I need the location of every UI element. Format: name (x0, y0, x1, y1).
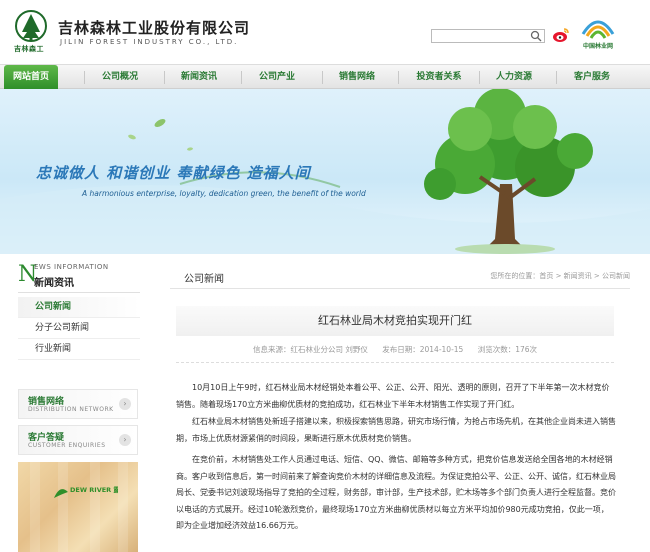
article-views: 浏览次数：176次 (477, 345, 538, 354)
search-input[interactable] (431, 29, 545, 43)
nav-divider (398, 71, 399, 84)
section-title: 公司新闻 (184, 274, 224, 285)
banner-slogan-cn: 忠诚做人 和谐创业 奉献绿色 造福人间 (36, 164, 311, 182)
article-title: 红石林业局木材竞拍实现开门红 (176, 306, 614, 336)
nav-item-investor-relations[interactable]: 投资者关系 (402, 65, 476, 89)
meta-divider (176, 362, 614, 363)
chevron-right-icon: › (119, 398, 131, 410)
dew-river-logo: DEW RIVER 露水河 (54, 485, 118, 498)
nav-divider (84, 71, 85, 84)
company-name-en: JILIN FOREST INDUSTRY CO., LTD. (60, 38, 239, 46)
nav-item-news[interactable]: 新闻资讯 (168, 65, 230, 89)
nav-divider (322, 71, 323, 84)
nav-item-sales-network[interactable]: 销售网络 (326, 65, 388, 89)
nav-divider (479, 71, 480, 84)
breadcrumb[interactable]: 您所在的位置：首页 > 新闻资讯 > 公司新闻 (490, 271, 630, 281)
sidebar-header-cn: 新闻资讯 (34, 278, 74, 289)
sidebar-sales-network-link[interactable]: 销售网络 DISTRIBUTION NETWORK › (18, 389, 138, 419)
weibo-icon[interactable] (552, 26, 570, 44)
nav-divider (241, 71, 242, 84)
section-divider (170, 288, 630, 289)
article-date: 发布日期：2014-10-15 (382, 345, 464, 354)
chevron-right-icon: › (119, 434, 131, 446)
customer-enquiries-label-en: CUSTOMER ENQUIRIES (28, 442, 106, 449)
dew-river-brand-text: DEW RIVER 露水河 (70, 485, 118, 494)
china-forestry-net-logo[interactable]: 中国林业网 (577, 8, 619, 56)
logo-caption: 吉林森工 (14, 45, 44, 53)
article-meta: 信息来源：红石林业分公司 刘野仪 发布日期：2014-10-15 浏览次数：17… (176, 344, 614, 355)
article-paragraph: 在竞价前，木材销售处工作人员通过电话、短信、QQ、微信、邮箱等多种方式，把竞价信… (176, 455, 616, 530)
search-icon[interactable] (529, 30, 543, 42)
banner-slogan-en: A harmonious enterprise, loyalty, dedica… (82, 189, 366, 198)
sidebar-item-industry-news[interactable]: 行业新闻 (18, 339, 140, 360)
company-name-cn: 吉林森林工业股份有限公司 (58, 19, 251, 37)
nav-divider (556, 71, 557, 84)
article-paragraph: 红石林业局木材销售处新班子搭建以来，积极探索销售思路，研究市场行情，为抢占市场先… (176, 417, 616, 443)
main-nav: 网站首页 公司概况 新闻资讯 公司产业 销售网络 投资者关系 人力资源 客户服务 (0, 64, 650, 89)
sidebar-item-company-news[interactable]: 公司新闻 (18, 297, 140, 318)
nav-item-industry[interactable]: 公司产业 (246, 65, 308, 89)
nav-item-home[interactable]: 网站首页 (4, 65, 58, 89)
nav-divider (164, 71, 165, 84)
sidebar-divider (18, 292, 140, 293)
article-paragraph: 10月10日上午9时，红石林业局木材经销处本着公平、公正、公开、阳光、透明的原则… (176, 383, 610, 409)
dew-river-product-image[interactable]: DEW RIVER 露水河 (18, 462, 138, 552)
hero-banner: 忠诚做人 和谐创业 奉献绿色 造福人间 A harmonious enterpr… (0, 89, 650, 254)
partner-logo-caption: 中国林业网 (583, 42, 613, 50)
sidebar-customer-enquiries-link[interactable]: 客户答疑 CUSTOMER ENQUIRIES › (18, 425, 138, 455)
sales-network-label-en: DISTRIBUTION NETWORK (28, 406, 114, 413)
sidebar-item-subsidiary-news[interactable]: 分子公司新闻 (18, 318, 140, 339)
nav-item-customer-service[interactable]: 客户服务 (560, 65, 624, 89)
sidebar-header-en: EWS INFORMATION (34, 263, 109, 271)
nav-item-about[interactable]: 公司概况 (90, 65, 150, 89)
site-header: 吉林森工 吉林森林工业股份有限公司 JILIN FOREST INDUSTRY … (0, 0, 650, 64)
article-source: 信息来源：红石林业分公司 刘野仪 (252, 345, 368, 354)
nav-item-hr[interactable]: 人力资源 (482, 65, 546, 89)
